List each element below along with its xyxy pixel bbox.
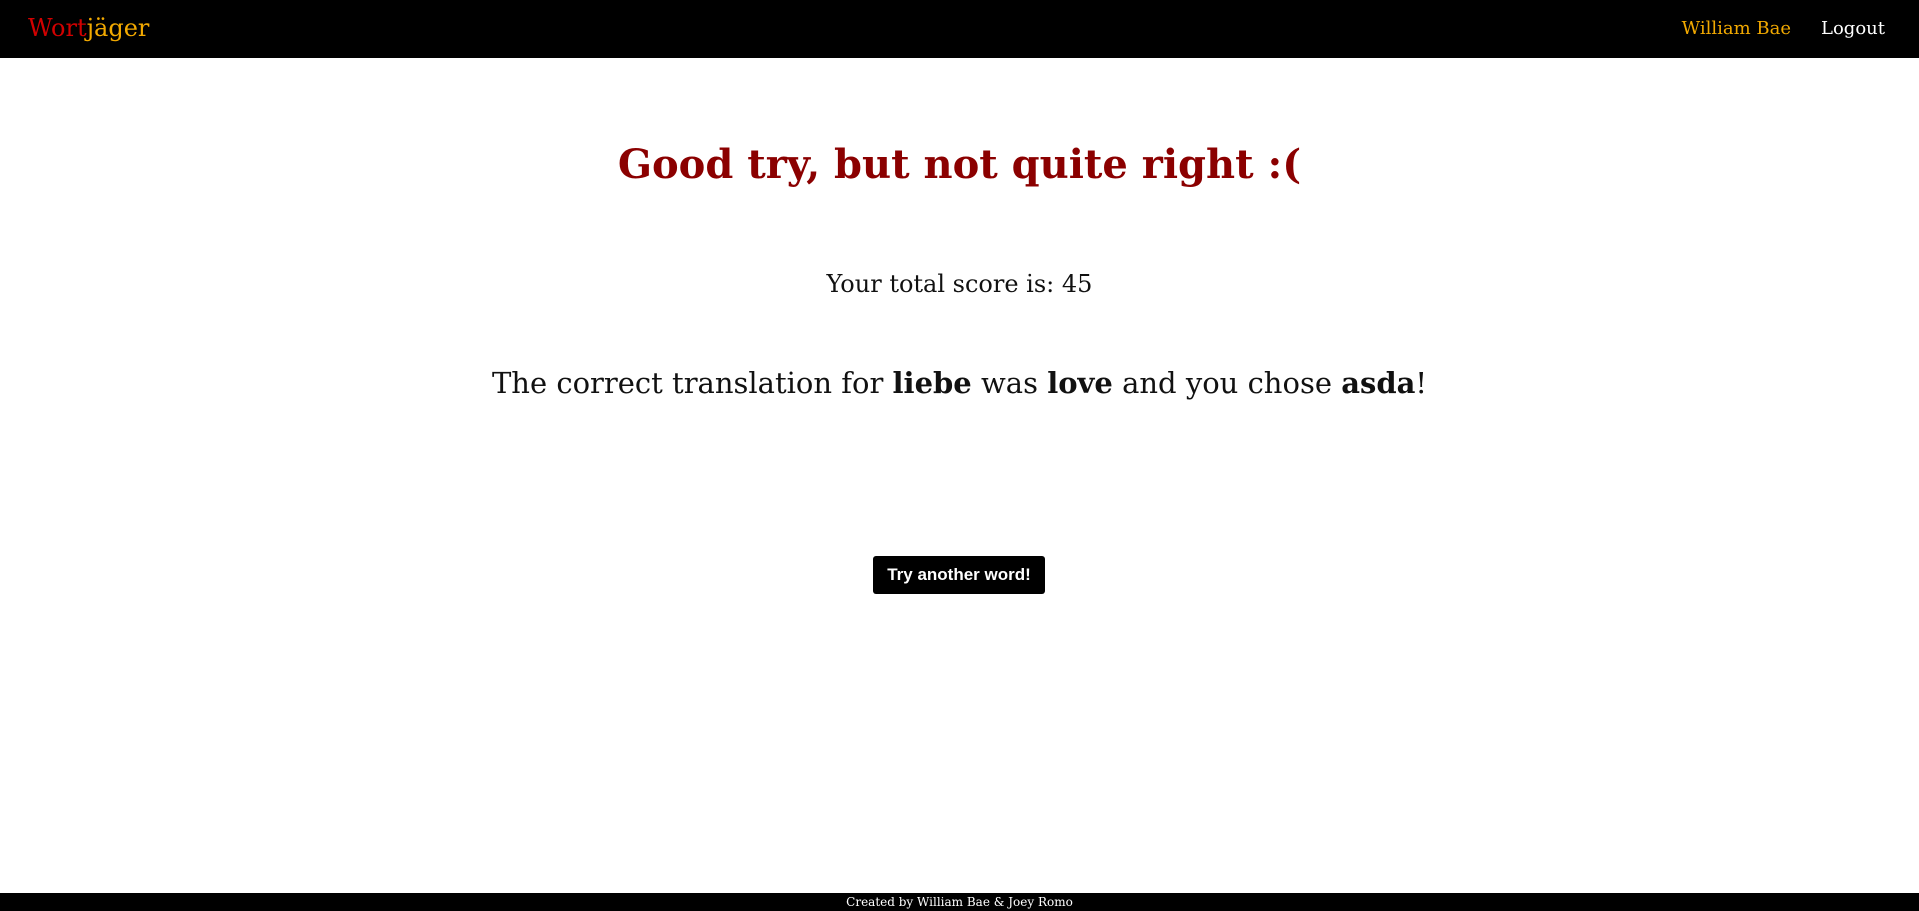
translation-feedback: The correct translation for liebe was lo…: [0, 364, 1919, 402]
try-another-word-button[interactable]: Try another word!: [873, 556, 1045, 594]
translation-mid-2: and you chose: [1112, 366, 1342, 400]
german-word: liebe: [892, 366, 972, 400]
brand-logo-link[interactable]: Wortjäger: [28, 13, 149, 43]
logout-link[interactable]: Logout: [1821, 17, 1885, 41]
score-label: Your total score is:: [826, 270, 1062, 298]
user-profile-link[interactable]: William Bae: [1682, 17, 1791, 41]
score-value: 45: [1061, 270, 1093, 298]
user-answer: asda: [1341, 366, 1416, 400]
score-line: Your total score is: 45: [0, 269, 1919, 299]
correct-answer: love: [1047, 366, 1113, 400]
result-title: Good try, but not quite right :(: [617, 141, 1302, 188]
translation-prefix: The correct translation for: [491, 366, 893, 400]
nav-links: William Bae Logout: [1682, 17, 1885, 41]
brand-jaeger-part: jäger: [86, 14, 150, 42]
brand-word-part: Wort: [28, 14, 87, 42]
translation-suffix: !: [1415, 366, 1428, 400]
result-panel: Good try, but not quite right :( Your to…: [0, 58, 1919, 893]
footer-credits: Created by William Bae & Joey Romo: [846, 895, 1073, 909]
footer: Created by William Bae & Joey Romo: [0, 893, 1919, 911]
translation-mid: was: [971, 366, 1048, 400]
navbar: Wortjäger William Bae Logout: [0, 0, 1919, 58]
